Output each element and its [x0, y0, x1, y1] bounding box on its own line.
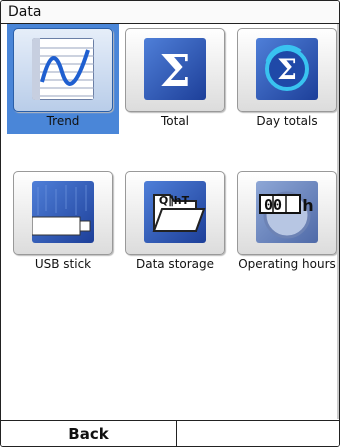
- data-screen: Data Trend Σ Total Σ Day totals USB stic…: [0, 0, 340, 447]
- tile-label-total: Total: [160, 114, 190, 128]
- folder-storage-icon: Q∥hT: [144, 181, 206, 243]
- svg-text:00: 00: [264, 196, 282, 214]
- hour-counter-icon: 00 h: [256, 181, 318, 243]
- tile-total[interactable]: Σ Total: [119, 24, 231, 134]
- svg-text:Σ: Σ: [277, 53, 297, 86]
- tile-label-day-totals: Day totals: [256, 114, 318, 128]
- scrollbar[interactable]: [337, 24, 339, 419]
- svg-text:Σ: Σ: [159, 46, 190, 97]
- tile-usb-stick[interactable]: USB stick: [7, 167, 119, 277]
- page-title: Data: [8, 4, 42, 20]
- tile-operating-hours[interactable]: 00 h Operating hours: [231, 167, 339, 277]
- tile-label-trend: Trend: [46, 114, 80, 128]
- svg-text:Q∥hT: Q∥hT: [159, 194, 190, 207]
- svg-text:h: h: [302, 196, 313, 215]
- right-softkey[interactable]: [177, 421, 339, 446]
- tile-icon-frame: Q∥hT: [125, 171, 225, 255]
- tile-label-data-storage: Data storage: [135, 257, 215, 271]
- tile-icon-frame: [13, 28, 113, 112]
- tile-icon-frame: Σ: [237, 28, 337, 112]
- tile-trend[interactable]: Trend: [7, 24, 119, 134]
- sigma-total-icon: Σ: [144, 38, 206, 100]
- tile-label-operating-hours: Operating hours: [238, 257, 336, 271]
- back-button[interactable]: Back: [1, 421, 177, 446]
- tile-icon-frame: Σ: [125, 28, 225, 112]
- title-bar: Data: [1, 1, 339, 24]
- tile-data-storage[interactable]: Q∥hT Data storage: [119, 167, 231, 277]
- softkey-bar: Back: [1, 420, 339, 446]
- tile-icon-frame: 00 h: [237, 171, 337, 255]
- tile-icon-frame: [13, 171, 113, 255]
- tile-label-usb-stick: USB stick: [34, 257, 92, 271]
- usb-stick-icon: [32, 181, 94, 243]
- day-sigma-icon: Σ: [256, 38, 318, 100]
- trend-chart-icon: [32, 38, 94, 100]
- tile-day-totals[interactable]: Σ Day totals: [231, 24, 339, 134]
